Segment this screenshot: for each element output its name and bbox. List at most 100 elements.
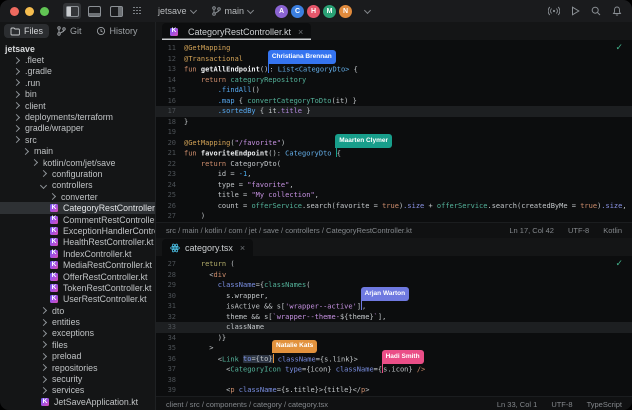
chevron-right-icon[interactable] [22, 148, 29, 155]
code-line[interactable]: 17 .sortedBy { it.title } [156, 106, 632, 117]
tree-item[interactable]: security [0, 373, 155, 384]
chevron-right-icon[interactable] [40, 364, 47, 371]
branch-switcher[interactable]: main [212, 6, 254, 16]
chevron-right-icon[interactable] [13, 113, 20, 120]
code-line[interactable]: 39 <p className={s.title}>{title}</p> [156, 385, 632, 396]
chevron-right-icon[interactable] [40, 170, 47, 177]
code-line[interactable]: 21fun favoriteEndpoint(): CategoryDto Ma… [156, 148, 632, 159]
code-line[interactable]: 15 .findAll() [156, 85, 632, 96]
file-language[interactable]: Kotlin [603, 226, 622, 235]
tree-item[interactable]: KJetSaveApplication.kt [0, 396, 155, 407]
tree-item[interactable]: preload [0, 351, 155, 362]
close-tab-icon[interactable]: × [240, 243, 245, 253]
notifications-bell-icon[interactable] [612, 6, 622, 16]
code-editor-kotlin[interactable]: ✓ 11@GetMapping12@Transactional13fun get… [156, 40, 632, 222]
project-switcher[interactable]: jetsave [158, 6, 196, 16]
tree-item[interactable]: files [0, 339, 155, 350]
tree-item[interactable]: KOfferRestController.kt [0, 271, 155, 282]
code-line[interactable]: 33 className [156, 322, 632, 333]
avatar[interactable]: A [274, 4, 289, 19]
toggle-left-panel-button[interactable] [63, 3, 81, 19]
avatar[interactable]: N [338, 4, 353, 19]
tree-item[interactable]: deployments/terraform [0, 111, 155, 122]
chevron-right-icon[interactable] [13, 79, 20, 86]
tree-item[interactable]: KTokenRestController.kt [0, 282, 155, 293]
tab-git[interactable]: Git [51, 24, 88, 38]
tree-item[interactable]: configuration [0, 168, 155, 179]
toggle-bottom-panel-button[interactable] [85, 3, 103, 19]
tree-item[interactable]: controllers [0, 180, 155, 191]
tree-item[interactable]: KHealthRestController.kt [0, 237, 155, 248]
file-language[interactable]: TypeScript [587, 400, 622, 409]
chevron-right-icon[interactable] [40, 319, 47, 326]
code-line[interactable]: 11@GetMapping [156, 43, 632, 54]
tree-item[interactable]: kotlin/com/jet/save [0, 157, 155, 168]
tree-item[interactable]: gradle/wrapper [0, 123, 155, 134]
chevron-right-icon[interactable] [40, 307, 47, 314]
tree-item[interactable]: entities [0, 316, 155, 327]
workspaces-grid-icon[interactable] [133, 7, 142, 16]
code-line[interactable]: 14 return categoryRepository [156, 75, 632, 86]
search-icon[interactable] [591, 6, 601, 16]
tab-history[interactable]: History [90, 24, 144, 38]
toggle-right-panel-button[interactable] [107, 3, 125, 19]
code-line[interactable]: 13fun getAllEndpoint()Christiana Brennan… [156, 64, 632, 75]
chevron-right-icon[interactable] [31, 159, 38, 166]
code-line[interactable]: 24 type = "favorite", [156, 180, 632, 191]
code-line[interactable]: 20@GetMapping("/favorite") [156, 138, 632, 149]
breadcrumb[interactable]: client / src / components / category / c… [166, 400, 483, 409]
code-line[interactable]: 25 title = "My collection", [156, 190, 632, 201]
tree-item[interactable]: services [0, 385, 155, 396]
chevron-right-icon[interactable] [13, 125, 20, 132]
tree-item[interactable]: exceptions [0, 328, 155, 339]
maximize-window-button[interactable] [40, 7, 49, 16]
chevron-right-icon[interactable] [13, 136, 20, 143]
chevron-right-icon[interactable] [40, 375, 47, 382]
tree-item[interactable]: KCommentRestController.kt [0, 214, 155, 225]
code-line[interactable]: 23 id = -1, [156, 169, 632, 180]
chevron-right-icon[interactable] [40, 341, 47, 348]
code-editor-typescript[interactable]: ✓ 27 return (28 <div29 className={classN… [156, 256, 632, 396]
caret-position[interactable]: Ln 17, Col 42 [509, 226, 554, 235]
tree-item[interactable]: converter [0, 191, 155, 202]
tab-category-tsx[interactable]: category.tsx × [162, 239, 253, 256]
tree-item[interactable]: .run [0, 77, 155, 88]
tree-item[interactable]: main [0, 146, 155, 157]
code-line[interactable]: 34 )} [156, 333, 632, 344]
code-line[interactable]: 22 return CategoryDto( [156, 159, 632, 170]
code-line[interactable]: 27 ) [156, 211, 632, 222]
code-line[interactable]: 27 return ( [156, 259, 632, 270]
chevron-down-icon[interactable] [40, 182, 47, 189]
code-line[interactable]: 31 isActive && s['wrapper--active']Arjan… [156, 301, 632, 312]
avatar[interactable]: C [290, 4, 305, 19]
chevron-right-icon[interactable] [49, 193, 56, 200]
code-line[interactable]: 19 [156, 127, 632, 138]
breadcrumb[interactable]: src / main / kotlin / com / jet / save /… [166, 226, 495, 235]
minimize-window-button[interactable] [25, 7, 34, 16]
avatar[interactable]: H [306, 4, 321, 19]
tab-categoryrestcontroller-kt[interactable]: K CategoryRestController.kt × [162, 23, 311, 40]
code-line[interactable]: 16 .map { convertCategoryToDto(it) } [156, 96, 632, 107]
tree-item[interactable]: KMediaRestController.kt [0, 259, 155, 270]
chevron-right-icon[interactable] [13, 102, 20, 109]
tree-item[interactable]: KCategoryRestController.kt [0, 202, 155, 213]
tree-item[interactable]: KUserRestController.kt [0, 294, 155, 305]
code-line[interactable]: 26 count = offerService.search(favorite … [156, 201, 632, 212]
close-window-button[interactable] [10, 7, 19, 16]
file-encoding[interactable]: UTF-8 [568, 226, 589, 235]
tree-item[interactable]: bin [0, 89, 155, 100]
chevron-right-icon[interactable] [40, 353, 47, 360]
code-line[interactable]: 32 theme && s[`wrapper--theme-${theme}`]… [156, 312, 632, 323]
chevron-right-icon[interactable] [40, 330, 47, 337]
tree-item[interactable]: src [0, 134, 155, 145]
tree-item[interactable]: KExceptionHandlerController [0, 225, 155, 236]
caret-position[interactable]: Ln 33, Col 1 [497, 400, 537, 409]
code-line[interactable]: 28 <div [156, 270, 632, 281]
chevron-right-icon[interactable] [13, 68, 20, 75]
file-encoding[interactable]: UTF-8 [551, 400, 572, 409]
close-tab-icon[interactable]: × [298, 27, 303, 37]
tree-item[interactable]: KIndexController.kt [0, 248, 155, 259]
tree-item[interactable]: .fleet [0, 54, 155, 65]
tree-item[interactable]: .gradle [0, 66, 155, 77]
run-icon[interactable] [571, 6, 580, 16]
